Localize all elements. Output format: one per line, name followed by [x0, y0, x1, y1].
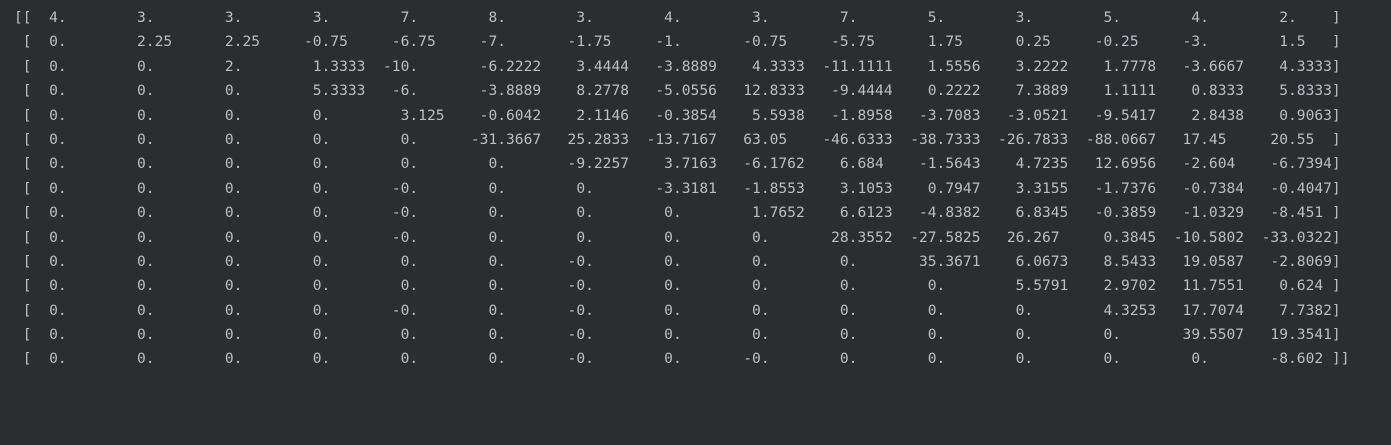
matrix-row: [ 0. 0. 0. 0. 0. 0. -9.2257 3.7163 -6.17… — [14, 155, 1341, 173]
matrix-row: [ 0. 0. 0. 0. 0. 0. -0. 0. -0. 0. 0. 0. … — [14, 350, 1350, 368]
matrix-row: [ 0. 2.25 2.25 -0.75 -6.75 -7. -1.75 -1.… — [14, 33, 1341, 51]
matrix-row: [ 0. 0. 0. 5.3333 -6. -3.8889 8.2778 -5.… — [14, 82, 1341, 100]
matrix-row: [ 0. 0. 0. 0. 0. 0. -0. 0. 0. 0. 35.3671… — [14, 252, 1341, 270]
matrix-row: [ 0. 0. 0. 0. -0. 0. 0. 0. 0. 28.3552 -2… — [14, 228, 1341, 246]
matrix-row: [ 0. 0. 0. 0. -0. 0. -0. 0. 0. 0. 0. 0. … — [14, 301, 1341, 319]
matrix-row: [[ 4. 3. 3. 3. 7. 8. 3. 4. 3. 7. 5. 3. 5… — [14, 9, 1341, 26]
matrix-row: [ 0. 0. 0. 0. -0. 0. 0. -3.3181 -1.8553 … — [14, 179, 1341, 197]
matrix-output: [[ 4. 3. 3. 3. 7. 8. 3. 4. 3. 7. 5. 3. 5… — [0, 0, 1391, 372]
matrix-row: [ 0. 0. 2. 1.3333 -10. -6.2222 3.4444 -3… — [14, 57, 1341, 75]
matrix-row: [ 0. 0. 0. 0. 3.125 -0.6042 2.1146 -0.38… — [14, 106, 1341, 124]
console-output-panel: [[ 4. 3. 3. 3. 7. 8. 3. 4. 3. 7. 5. 3. 5… — [0, 0, 1391, 445]
matrix-row: [ 0. 0. 0. 0. 0. 0. -0. 0. 0. 0. 0. 5.57… — [14, 277, 1341, 295]
matrix-row: [ 0. 0. 0. 0. 0. -31.3667 25.2833 -13.71… — [14, 130, 1341, 148]
matrix-row: [ 0. 0. 0. 0. 0. 0. -0. 0. 0. 0. 0. 0. 0… — [14, 326, 1341, 344]
matrix-row: [ 0. 0. 0. 0. -0. 0. 0. 0. 1.7652 6.6123… — [14, 204, 1341, 222]
